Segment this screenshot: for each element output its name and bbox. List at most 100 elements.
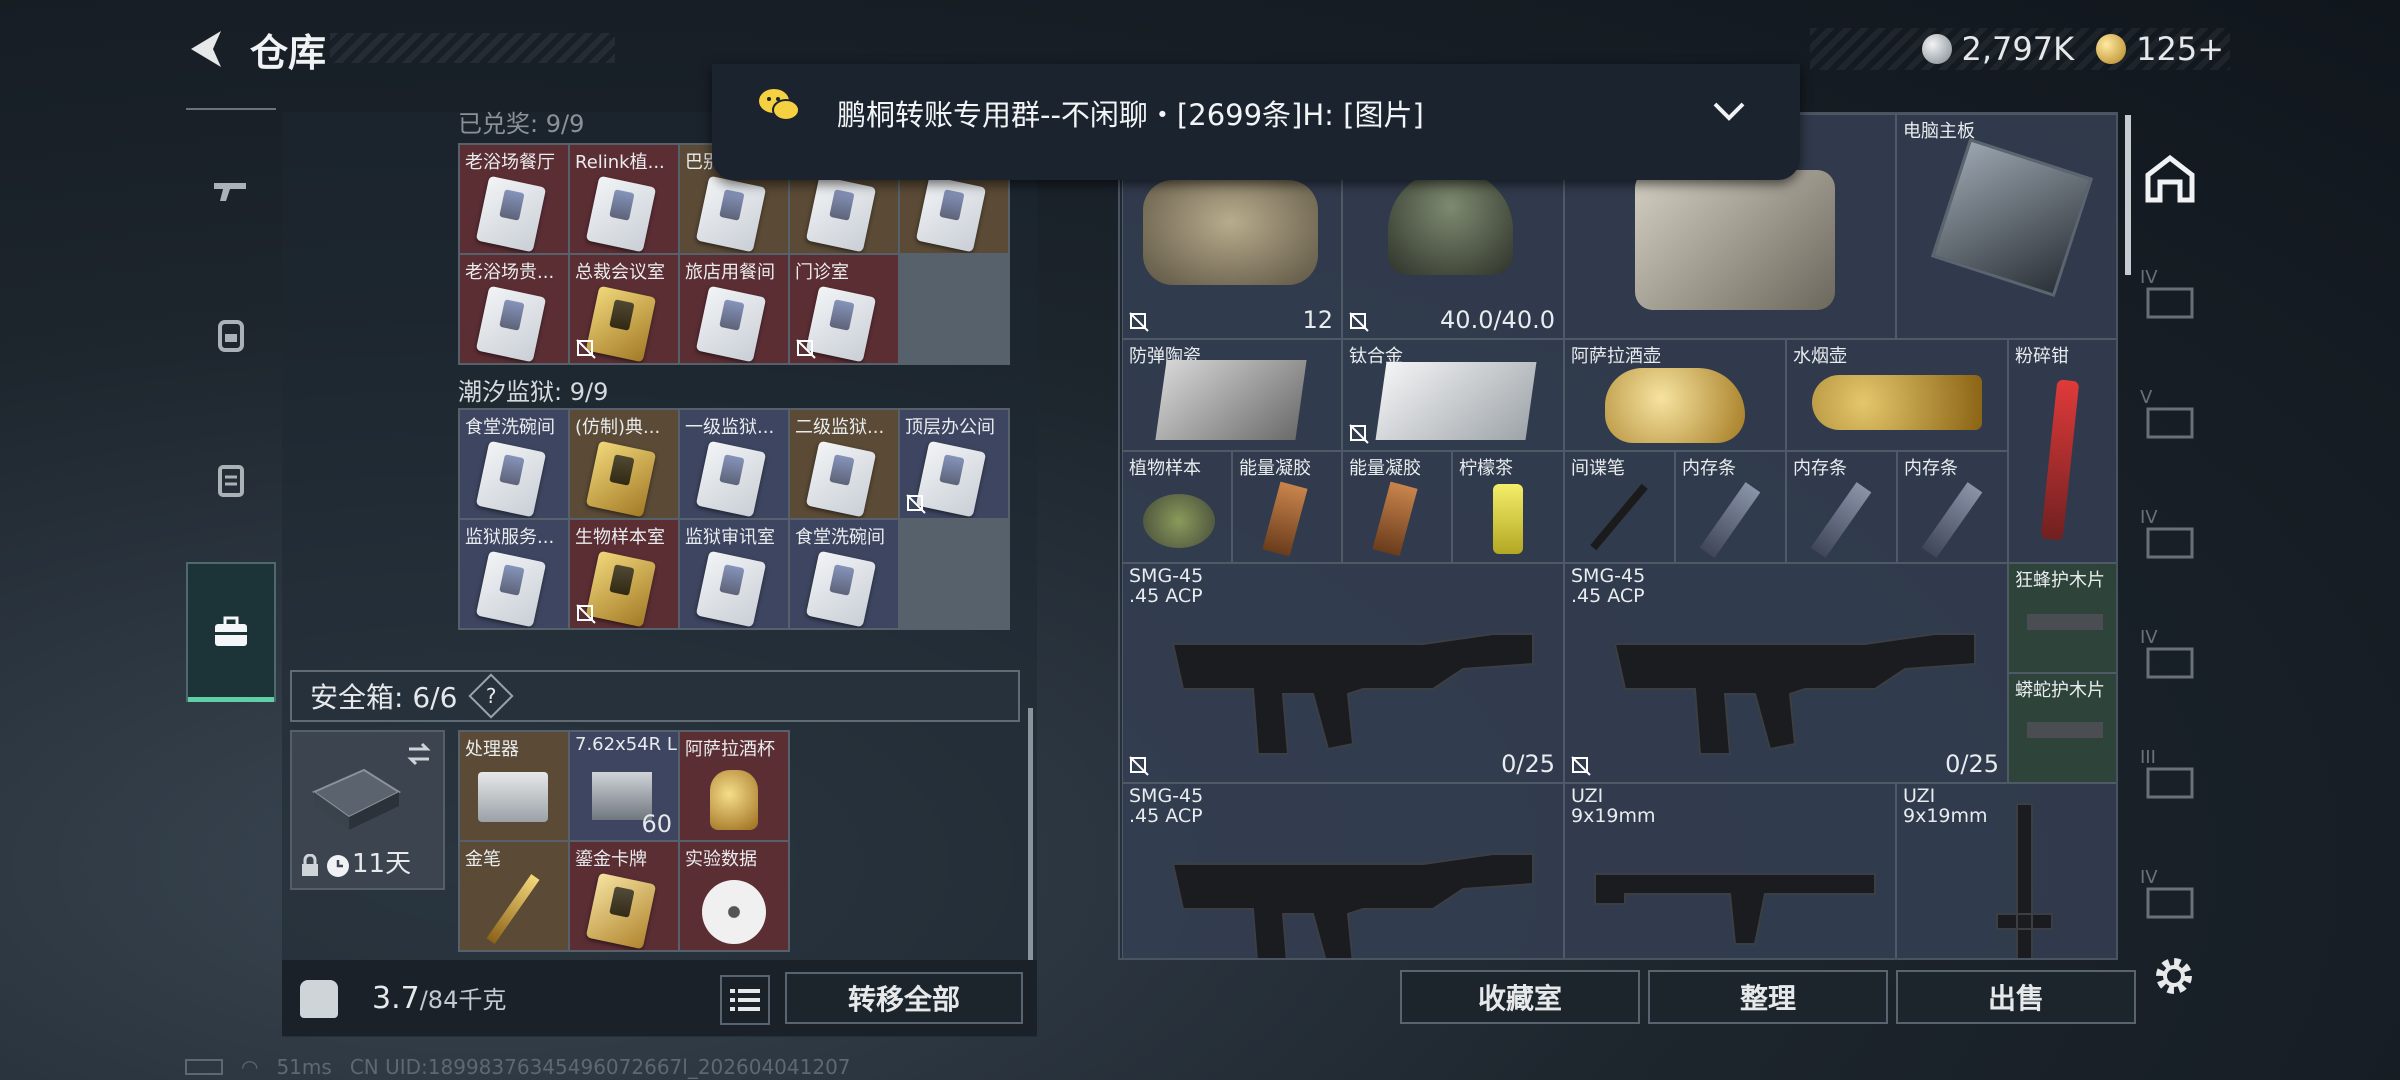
item-gun-smg45-3[interactable]: SMG-45.45 ACP <box>1122 783 1564 958</box>
help-icon[interactable]: ? <box>468 673 515 719</box>
item-gun-smg45-2[interactable]: SMG-45.45 ACP 0/25 <box>1564 563 2008 783</box>
status-bar: ◠ 51ms CN UID:18998376345496072667l_2026… <box>185 1055 851 1079</box>
item-cell[interactable]: 监狱服务... <box>460 520 568 628</box>
item-cell[interactable]: 老浴场餐厅 <box>460 145 568 253</box>
smg-silhouette <box>1171 633 1534 755</box>
battery-icon <box>185 1059 223 1075</box>
item-ram-1[interactable]: 内存条 <box>1675 451 1786 563</box>
swap-icon[interactable] <box>405 740 433 768</box>
section-cut-label: 已兑奖: 9/9 <box>458 110 585 138</box>
item-gun-uzi-1[interactable]: UZI 9x19mm <box>1564 783 1896 958</box>
item-cell[interactable]: 旅店用餐间 <box>680 255 788 363</box>
safe-box-title: 安全箱: 6/6 <box>310 681 458 714</box>
item-plant-sample[interactable]: 植物样本 <box>1122 451 1232 563</box>
gear-icon[interactable] <box>2150 952 2198 1000</box>
item-wood-grip-2[interactable]: 蟒蛇护木片 <box>2008 673 2116 783</box>
sidebar-tier-5[interactable]: III <box>2140 747 2200 805</box>
item-cell[interactable]: 食堂洗碗间 <box>790 520 898 628</box>
briefcase-icon <box>215 616 247 646</box>
item-cell[interactable]: 监狱审讯室 <box>680 520 788 628</box>
currency-silver-value: 2,797K <box>1961 30 2075 68</box>
item-cell-goblet[interactable]: 阿萨拉酒杯 <box>680 732 788 840</box>
sidebar-tier-4[interactable]: IV <box>2140 627 2200 685</box>
item-cell-gilded-card[interactable]: 鎏金卡牌 <box>570 842 678 950</box>
item-cell[interactable]: 二级监狱... <box>790 410 898 518</box>
right-scrollbar[interactable] <box>2125 115 2131 275</box>
item-cell[interactable]: 一级监狱... <box>680 410 788 518</box>
storage-home-icon[interactable] <box>2140 150 2200 210</box>
item-cell[interactable]: 食堂洗碗间 <box>460 410 568 518</box>
message-notification[interactable]: 鹏桐转账专用群--不闲聊・[2699条]H: [图片] <box>712 64 1800 180</box>
weight-value: 3.7/84千克 <box>372 981 507 1016</box>
sidebar-tier-1[interactable]: IV <box>2140 267 2200 325</box>
no-trade-icon <box>796 339 816 359</box>
no-trade-icon <box>1129 756 1149 776</box>
sell-button[interactable]: 出售 <box>1896 970 2136 1024</box>
item-ceramic[interactable]: 防弹陶瓷 <box>1122 339 1342 451</box>
item-hookah[interactable]: 水烟壶 <box>1786 339 2008 451</box>
tab-supplies[interactable] <box>186 425 276 535</box>
item-energy-gel-1[interactable]: 能量凝胶 <box>1232 451 1342 563</box>
sidebar-tier-3[interactable]: IV <box>2140 507 2200 565</box>
bag-capacity: 12 <box>1302 306 1333 334</box>
item-lemon-tea[interactable]: 柠檬茶 <box>1452 451 1564 563</box>
item-wine-pot[interactable]: 阿萨拉酒壶 <box>1564 339 1786 451</box>
item-ram-2[interactable]: 内存条 <box>1786 451 1897 563</box>
sidebar-tier-2[interactable]: V <box>2140 387 2200 445</box>
item-spy-pen[interactable]: 间谍笔 <box>1564 451 1675 563</box>
prison-section-title: 潮汐监狱: 9/9 <box>458 378 609 406</box>
organize-button[interactable]: 整理 <box>1648 970 1888 1024</box>
smg-silhouette <box>1171 853 1534 958</box>
currency-gold-value: 125+ <box>2136 30 2224 68</box>
item-cell-gold-pen[interactable]: 金笔 <box>460 842 568 950</box>
item-motherboard[interactable]: 电脑主板 <box>1896 114 2116 339</box>
item-cell[interactable]: 门诊室 <box>790 255 898 363</box>
helmet-durability: 40.0/40.0 <box>1440 306 1555 334</box>
item-cell-data-disc[interactable]: 实验数据 <box>680 842 788 950</box>
collection-room-button[interactable]: 收藏室 <box>1400 970 1640 1024</box>
silver-coin-icon <box>1921 34 1952 64</box>
left-scrollbar[interactable] <box>1028 708 1033 963</box>
item-gun-uzi-2[interactable]: UZI 9x19mm <box>1896 783 2116 958</box>
back-arrow-icon[interactable] <box>185 25 233 73</box>
right-storage-panel: 12 40.0/40.0 电脑主板 防弹陶瓷 钛合金 阿萨拉酒壶 水烟壶 粉碎钳… <box>1118 112 2118 960</box>
item-energy-gel-2[interactable]: 能量凝胶 <box>1342 451 1452 563</box>
safe-box-grid: 处理器 7.62x54R LPS 60 阿萨拉酒杯 金笔 鎏金卡牌 实验数据 <box>458 730 790 952</box>
tab-weapons[interactable] <box>186 135 276 245</box>
gold-coin-icon <box>2096 34 2127 64</box>
item-cell-ammo[interactable]: 7.62x54R LPS 60 <box>570 732 678 840</box>
safe-case-icon <box>311 768 402 830</box>
weight-icon <box>300 980 338 1018</box>
item-titanium[interactable]: 钛合金 <box>1342 339 1564 451</box>
tab-storage[interactable] <box>186 562 276 702</box>
currency-gold[interactable]: 125+ <box>2096 30 2224 68</box>
sidebar-tier-6[interactable]: IV <box>2140 867 2200 925</box>
item-pliers[interactable]: 粉碎钳 <box>2008 339 2116 563</box>
gun-icon <box>214 183 246 201</box>
smg-silhouette <box>1613 633 1976 755</box>
item-gun-smg45-1[interactable]: SMG-45.45 ACP 0/25 <box>1122 563 1564 783</box>
clipboard-icon <box>218 465 244 497</box>
item-cell[interactable]: 老浴场贵... <box>460 255 568 363</box>
currency-silver[interactable]: 2,797K <box>1921 30 2075 68</box>
item-cell[interactable]: Relink植... <box>570 145 678 253</box>
safe-box[interactable]: 11天 <box>290 730 445 890</box>
list-view-button[interactable] <box>720 975 770 1025</box>
item-cell[interactable]: 顶层办公间 <box>900 410 1008 518</box>
item-cell-processor[interactable]: 处理器 <box>460 732 568 840</box>
item-cell[interactable]: (仿制)典... <box>570 410 678 518</box>
no-trade-icon <box>906 494 926 514</box>
currency-bar: 2,797K 125+ <box>1810 28 2230 70</box>
transfer-all-button[interactable]: 转移全部 <box>785 972 1023 1024</box>
list-icon <box>730 989 760 1011</box>
chevron-down-icon[interactable] <box>1709 98 1749 124</box>
tab-equipment[interactable] <box>186 280 276 390</box>
item-ram-3[interactable]: 内存条 <box>1897 451 2008 563</box>
item-cell[interactable]: 生物样本室 <box>570 520 678 628</box>
uzi-silhouette-vertical <box>1996 803 2053 958</box>
item-wood-grip-1[interactable]: 狂蜂护木片 <box>2008 563 2116 673</box>
item-cell[interactable]: 总裁会议室 <box>570 255 678 363</box>
uid-text: CN UID:18998376345496072667l_20260404120… <box>349 1055 851 1079</box>
notification-text: 鹏桐转账专用群--不闲聊・[2699条]H: [图片] <box>837 98 1424 132</box>
backpack-icon <box>218 320 244 352</box>
